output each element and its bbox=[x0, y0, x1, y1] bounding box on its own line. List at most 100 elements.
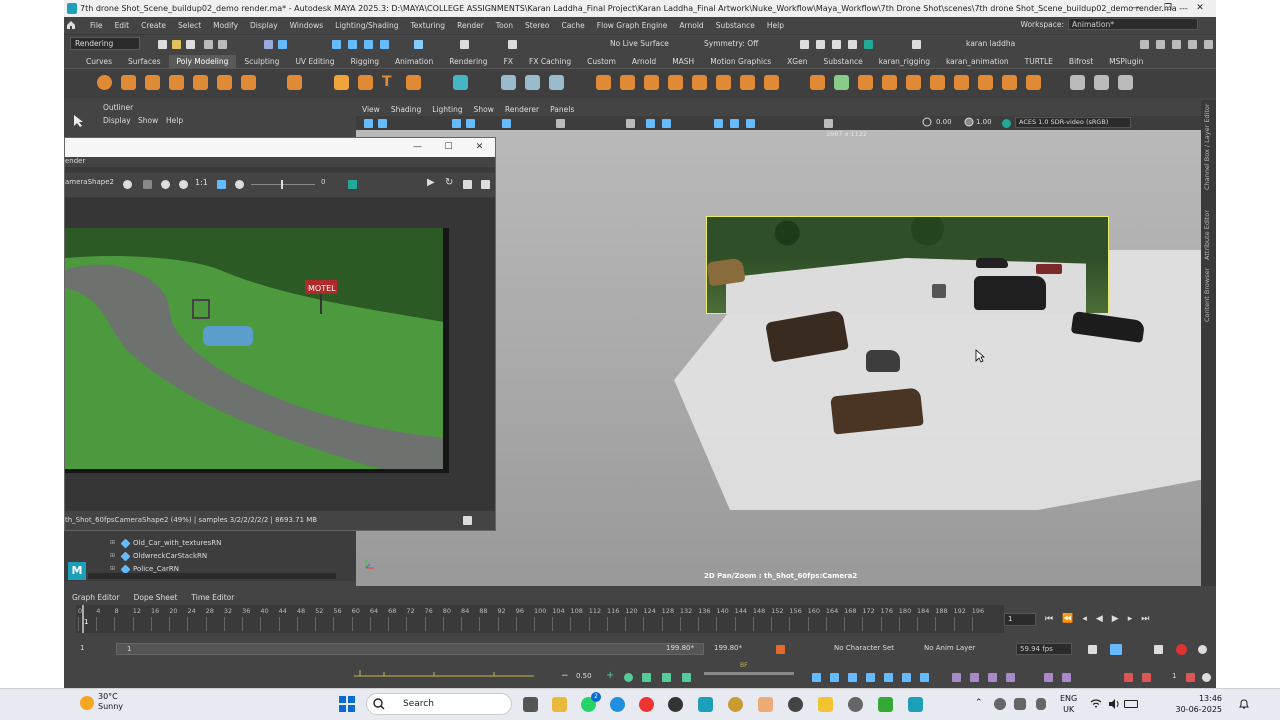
triangulate-icon[interactable] bbox=[906, 75, 921, 90]
playback-end-field[interactable]: 199.80* bbox=[666, 644, 694, 652]
app-icon-1[interactable] bbox=[758, 697, 773, 712]
merge-icon[interactable] bbox=[692, 75, 707, 90]
page-field[interactable]: 1 bbox=[1172, 672, 1176, 680]
render-stop-icon[interactable] bbox=[463, 180, 472, 189]
tab-graph-editor[interactable]: Graph Editor bbox=[72, 593, 120, 602]
viewport-menu-lighting[interactable]: Lighting bbox=[432, 105, 462, 114]
shelf-tab-curves[interactable]: Curves bbox=[78, 55, 120, 68]
menu-help[interactable]: Help bbox=[767, 21, 784, 30]
menuset-dropdown[interactable]: Rendering bbox=[70, 37, 140, 50]
shelf-tab-turtle[interactable]: TURTLE bbox=[1017, 55, 1061, 68]
workspace-dropdown[interactable]: Animation* bbox=[1068, 18, 1198, 30]
open-scene-icon[interactable] bbox=[172, 40, 181, 49]
render-current-frame-icon[interactable] bbox=[800, 40, 809, 49]
time-slider[interactable]: 0 4 8 12 16 20 24 28 32 36 40 44 48 52 56 60 64 68 72 76 80 8… bbox=[76, 605, 1004, 633]
zoom-in-icon[interactable]: + bbox=[606, 670, 614, 681]
target-weld-icon[interactable] bbox=[764, 75, 779, 90]
distant-car-model[interactable] bbox=[976, 258, 1008, 268]
timing-slider[interactable] bbox=[704, 672, 794, 675]
delete-key-icon[interactable] bbox=[1124, 673, 1133, 682]
home-icon[interactable] bbox=[66, 20, 76, 30]
menu-display[interactable]: Display bbox=[250, 21, 278, 30]
cage-prop-model[interactable] bbox=[932, 284, 946, 298]
render-settings-gear-icon[interactable] bbox=[123, 180, 132, 189]
start-button-icon[interactable] bbox=[339, 696, 355, 712]
outliner-expand-icon[interactable]: ⊞ bbox=[110, 565, 115, 572]
menu-select[interactable]: Select bbox=[178, 21, 201, 30]
playback-start-field[interactable]: 1 bbox=[127, 645, 131, 653]
menu-stereo[interactable]: Stereo bbox=[525, 21, 549, 30]
menu-file[interactable]: File bbox=[90, 21, 103, 30]
render-sidebar-icon[interactable] bbox=[481, 180, 490, 189]
render-refresh-icon[interactable]: ↻ bbox=[445, 177, 453, 188]
tray-chevron-icon[interactable]: ⌃ bbox=[975, 698, 983, 708]
edge-browser-icon[interactable] bbox=[610, 697, 625, 712]
create-polygon-icon[interactable] bbox=[1070, 75, 1085, 90]
make-live-icon[interactable] bbox=[414, 40, 423, 49]
notification-bell-icon[interactable] bbox=[1238, 698, 1250, 710]
menu-modify[interactable]: Modify bbox=[213, 21, 238, 30]
render-region-icon[interactable] bbox=[235, 180, 244, 189]
github-icon[interactable] bbox=[848, 697, 863, 712]
live-surface-field[interactable]: No Live Surface bbox=[610, 39, 669, 48]
select-object-icon[interactable] bbox=[278, 40, 287, 49]
shelf-tab-xgen[interactable]: XGen bbox=[779, 55, 815, 68]
anim-layer-dropdown[interactable]: No Anim Layer bbox=[924, 644, 975, 652]
zoom-out-icon[interactable]: − bbox=[561, 671, 569, 681]
lights-icon[interactable] bbox=[714, 119, 723, 128]
wireframe-icon[interactable] bbox=[626, 119, 635, 128]
restore-button[interactable]: ❐ bbox=[1152, 0, 1184, 17]
snap-view-icon[interactable] bbox=[380, 40, 389, 49]
frame-all-icon[interactable] bbox=[624, 673, 633, 682]
attribute-editor-icon[interactable] bbox=[1156, 40, 1165, 49]
cleanup-icon[interactable] bbox=[978, 75, 993, 90]
combine-icon[interactable] bbox=[501, 75, 516, 90]
menu-substance[interactable]: Substance bbox=[716, 21, 755, 30]
quadrangulate-icon[interactable] bbox=[930, 75, 945, 90]
weather-icon[interactable] bbox=[80, 696, 94, 710]
color-management-icon[interactable] bbox=[1002, 119, 1011, 128]
menu-create[interactable]: Create bbox=[141, 21, 166, 30]
range-slider[interactable]: 1 bbox=[116, 643, 704, 655]
poly-text-icon[interactable]: T bbox=[382, 75, 397, 90]
film-gate-icon[interactable] bbox=[502, 119, 511, 128]
outliner-toggle-icon[interactable] bbox=[1204, 40, 1213, 49]
frame-selection-icon[interactable] bbox=[642, 673, 651, 682]
smooth-shade-icon[interactable] bbox=[646, 119, 655, 128]
shelf-tab-surfaces[interactable]: Surfaces bbox=[120, 55, 168, 68]
textured-icon[interactable] bbox=[662, 119, 671, 128]
pause-icon[interactable] bbox=[912, 40, 921, 49]
shelf-tab-karan-animation[interactable]: karan_animation bbox=[938, 55, 1017, 68]
loop-icon[interactable] bbox=[1088, 645, 1097, 654]
shelf-tab-poly-modeling[interactable]: Poly Modeling bbox=[168, 55, 237, 68]
channel-box-icon[interactable] bbox=[1188, 40, 1197, 49]
outliner-item-police-car[interactable]: Police_CarRN bbox=[133, 565, 179, 573]
tangent-stepped-icon[interactable] bbox=[866, 673, 875, 682]
break-tangents-icon[interactable] bbox=[952, 673, 961, 682]
shelf-tab-rigging[interactable]: Rigging bbox=[343, 55, 387, 68]
history-icon[interactable] bbox=[508, 40, 517, 49]
arnold-render-icon[interactable] bbox=[864, 40, 873, 49]
tab-time-editor[interactable]: Time Editor bbox=[191, 593, 234, 602]
redo-icon[interactable] bbox=[218, 40, 227, 49]
poly-cone-icon[interactable] bbox=[169, 75, 184, 90]
render-exposure-slider[interactable] bbox=[251, 180, 315, 189]
smooth-icon[interactable] bbox=[549, 75, 564, 90]
quad-draw-icon[interactable] bbox=[882, 75, 897, 90]
insert-edge-loop-icon[interactable] bbox=[834, 75, 849, 90]
outliner-item-old-car[interactable]: Old_Car_with_texturesRN bbox=[133, 539, 221, 547]
channel-box-tab[interactable]: Channel Box / Layer Editor bbox=[1203, 103, 1211, 190]
app-icon-2[interactable] bbox=[788, 697, 803, 712]
menu-windows[interactable]: Windows bbox=[290, 21, 323, 30]
animation-end-field[interactable]: 199.80* bbox=[714, 644, 742, 652]
viewport-menu-shading[interactable]: Shading bbox=[391, 105, 421, 114]
sticky-notes-icon[interactable] bbox=[818, 697, 833, 712]
shadows-icon[interactable] bbox=[730, 119, 739, 128]
render-ratio-toggle[interactable]: 1:1 bbox=[195, 178, 208, 187]
minimize-button[interactable]: — bbox=[1120, 0, 1152, 17]
play-backward-icon[interactable]: ◀ bbox=[1096, 614, 1103, 624]
poly-cylinder-icon[interactable] bbox=[145, 75, 160, 90]
render-view-window[interactable]: — ☐ ✕ ender ameraShape2 1:1 0 ▶ ↻ MOTEL … bbox=[64, 137, 496, 531]
shelf-tab-rendering[interactable]: Rendering bbox=[441, 55, 495, 68]
auto-key-icon[interactable] bbox=[776, 645, 785, 654]
